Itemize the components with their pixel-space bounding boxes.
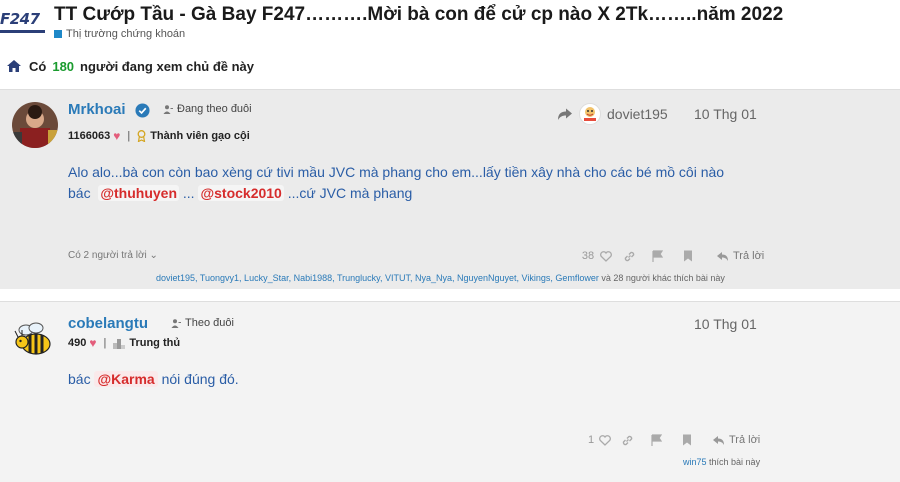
rank-podium-icon <box>113 338 126 349</box>
post-username[interactable]: cobelangtu <box>68 315 148 332</box>
mention-link[interactable]: @stock2010 <box>198 185 284 201</box>
body-text-segment: ... <box>182 185 195 201</box>
body-text-segment: bác <box>68 185 91 201</box>
post-date[interactable]: 10 Thg 01 <box>694 316 757 332</box>
share-arrow-icon <box>558 108 572 120</box>
post-body-line: bác @thuhuyen ... @stock2010 ...cứ JVC m… <box>68 183 724 204</box>
post-item: Mrkhoai Đang theo đuôi 1166063 ♥ | Thành… <box>0 89 900 289</box>
reply-button[interactable]: Trả lời <box>712 432 760 448</box>
site-logo[interactable]: F247 <box>0 8 48 34</box>
bookmark-icon[interactable] <box>672 248 704 264</box>
shared-user-avatar <box>579 103 601 125</box>
avatar-image <box>12 102 58 148</box>
reply-label: Trả lời <box>729 434 761 446</box>
post-actions: 38 Trả lời <box>580 248 764 264</box>
watching-prefix: Có <box>29 58 47 74</box>
user-stats: 490 ♥ | Trung thủ <box>68 336 180 350</box>
post-body: Alo alo...bà con còn bao xèng cứ tivi mầ… <box>68 162 724 204</box>
post-body: bác @Karma nói đúng đó. <box>68 369 239 390</box>
flag-icon[interactable] <box>640 432 672 448</box>
likers-names[interactable]: win75 <box>683 457 707 467</box>
likers-names[interactable]: doviet195, Tuongvy1, Lucky_Star, Nabi198… <box>156 273 599 283</box>
user-rank: Thành viên gạo cội <box>137 130 250 142</box>
likers-suffix[interactable]: thích bài này <box>709 457 760 467</box>
follow-status[interactable]: Đang theo đuôi <box>163 103 252 115</box>
bookmark-icon[interactable] <box>672 432 702 448</box>
post-username[interactable]: Mrkhoai <box>68 101 126 118</box>
mention-link[interactable]: @thuhuyen <box>98 185 180 201</box>
verified-badge-icon <box>135 103 150 118</box>
link-icon[interactable] <box>614 432 640 448</box>
body-text-segment: ...cứ JVC mà phang <box>287 185 413 201</box>
shared-username: doviet195 <box>607 106 668 122</box>
link-icon[interactable] <box>616 248 642 264</box>
likers-line: doviet195, Tuongvy1, Lucky_Star, Nabi198… <box>156 273 725 283</box>
like-heart-icon[interactable] <box>596 432 614 448</box>
like-heart-icon[interactable] <box>596 248 616 264</box>
logo-underline <box>0 30 45 33</box>
home-icon <box>7 60 21 72</box>
avatar[interactable] <box>12 102 58 148</box>
user-rank: Trung thủ <box>113 337 180 349</box>
category-label: Thị trường chứng khoán <box>66 28 186 40</box>
heart-icon: ♥ <box>113 129 121 143</box>
topic-category[interactable]: Thị trường chứng khoán <box>54 28 185 40</box>
post-date[interactable]: 10 Thg 01 <box>694 106 757 122</box>
user-points: 1166063 <box>68 130 111 142</box>
like-count[interactable]: 38 <box>580 248 596 264</box>
post-actions: 1 Trả lời <box>586 432 760 448</box>
watching-suffix: người đang xem chủ đề này <box>80 58 255 74</box>
follow-label: Theo đuôi <box>185 317 234 329</box>
like-count[interactable]: 1 <box>586 432 596 448</box>
follow-status[interactable]: Theo đuôi <box>171 317 234 329</box>
user-stats: 1166063 ♥ | Thành viên gạo cội <box>68 129 250 143</box>
person-icon <box>171 318 181 328</box>
follow-label: Đang theo đuôi <box>177 103 252 115</box>
stats-divider: | <box>103 337 107 349</box>
body-text-segment: nói đúng đó. <box>161 371 239 387</box>
reply-arrow-icon <box>717 251 728 261</box>
post-body-line: Alo alo...bà con còn bao xèng cứ tivi mầ… <box>68 164 725 180</box>
rank-label: Trung thủ <box>129 337 181 349</box>
rank-medal-icon <box>137 130 146 142</box>
reply-button[interactable]: Trả lời <box>716 248 764 264</box>
likers-suffix[interactable]: và 28 người khác thích bài này <box>601 273 725 283</box>
avatar[interactable] <box>12 316 58 362</box>
bee-avatar-image <box>12 316 58 362</box>
likers-line: win75 thích bài này <box>683 457 760 467</box>
watching-bar: Có 180 người đang xem chủ đề này <box>6 56 254 76</box>
topic-header: F247 TT Cướp Tầu - Gà Bay F247……….Mời bà… <box>0 0 900 48</box>
shared-from[interactable]: doviet195 <box>557 103 668 125</box>
flag-icon[interactable] <box>642 248 672 264</box>
replies-toggle[interactable]: Có 2 người trả lời ⌄ <box>68 250 158 261</box>
body-text-segment: bác <box>68 371 91 387</box>
mention-link[interactable]: @Karma <box>94 371 158 387</box>
heart-icon: ♥ <box>89 336 97 350</box>
logo-text: F247 <box>0 10 40 28</box>
chevron-down-icon: ⌄ <box>149 250 158 261</box>
reply-arrow-icon <box>713 435 724 445</box>
replies-label: Có 2 người trả lời <box>68 250 147 261</box>
stats-divider: | <box>127 130 131 142</box>
user-points: 490 <box>68 337 87 349</box>
category-color-badge <box>54 30 62 38</box>
person-icon <box>163 104 173 114</box>
post-item: cobelangtu Theo đuôi 490 ♥ | Trung thủ 1… <box>0 301 900 482</box>
watching-count: 180 <box>52 58 75 74</box>
topic-title[interactable]: TT Cướp Tầu - Gà Bay F247……….Mời bà con … <box>54 4 783 26</box>
reply-label: Trả lời <box>733 250 765 262</box>
rank-label: Thành viên gạo cội <box>150 130 250 142</box>
